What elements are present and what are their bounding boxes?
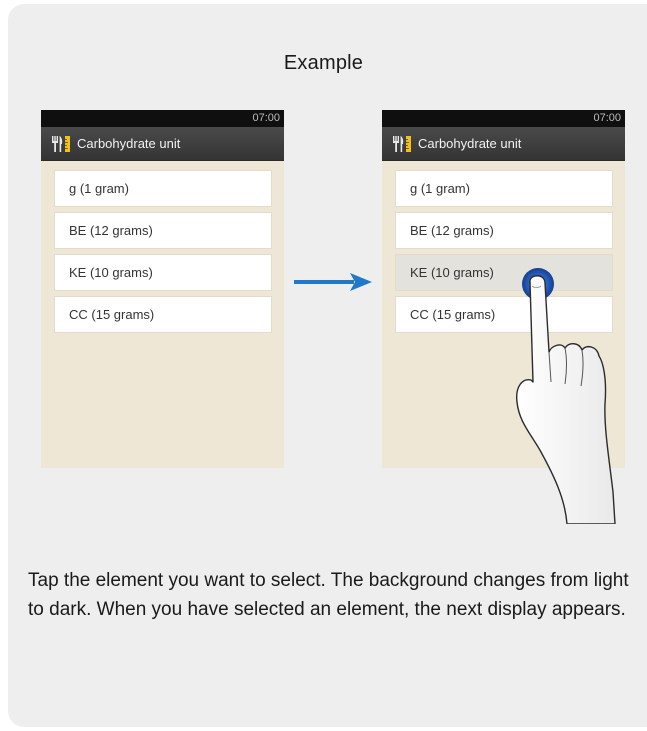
title-bar: Carbohydrate unit — [382, 127, 625, 161]
list-item-label: g (1 gram) — [410, 181, 470, 196]
status-bar: 07:00 — [382, 110, 625, 127]
list-item-be[interactable]: BE (12 grams) — [54, 212, 272, 249]
clock: 07:00 — [252, 112, 280, 124]
list-item-label: KE (10 grams) — [69, 265, 153, 280]
screen-before: 07:00 Carbohydrate unit g (1 gram) BE (1… — [41, 110, 284, 468]
list-item-label: g (1 gram) — [69, 181, 129, 196]
list-item-ke[interactable]: KE (10 grams) — [54, 254, 272, 291]
tapping-hand-icon — [516, 268, 616, 524]
list-item-label: CC (15 grams) — [69, 307, 155, 322]
screen-title: Carbohydrate unit — [418, 136, 522, 151]
unit-list: g (1 gram) BE (12 grams) KE (10 grams) C… — [54, 170, 272, 338]
list-item-label: KE (10 grams) — [410, 265, 494, 280]
fork-knife-ruler-icon — [52, 136, 70, 152]
list-item-label: BE (12 grams) — [69, 223, 153, 238]
list-item-g[interactable]: g (1 gram) — [54, 170, 272, 207]
instruction-text: Tap the element you want to select. The … — [28, 570, 629, 620]
list-item-be[interactable]: BE (12 grams) — [395, 212, 613, 249]
screen-title: Carbohydrate unit — [77, 136, 181, 151]
fork-knife-ruler-icon — [393, 136, 411, 152]
list-item-cc[interactable]: CC (15 grams) — [54, 296, 272, 333]
right-arrow-icon — [294, 273, 372, 291]
list-item-label: BE (12 grams) — [410, 223, 494, 238]
list-item-label: CC (15 grams) — [410, 307, 496, 322]
example-heading: Example — [283, 52, 364, 74]
clock: 07:00 — [593, 112, 621, 124]
title-bar: Carbohydrate unit — [41, 127, 284, 161]
list-item-g[interactable]: g (1 gram) — [395, 170, 613, 207]
status-bar: 07:00 — [41, 110, 284, 127]
